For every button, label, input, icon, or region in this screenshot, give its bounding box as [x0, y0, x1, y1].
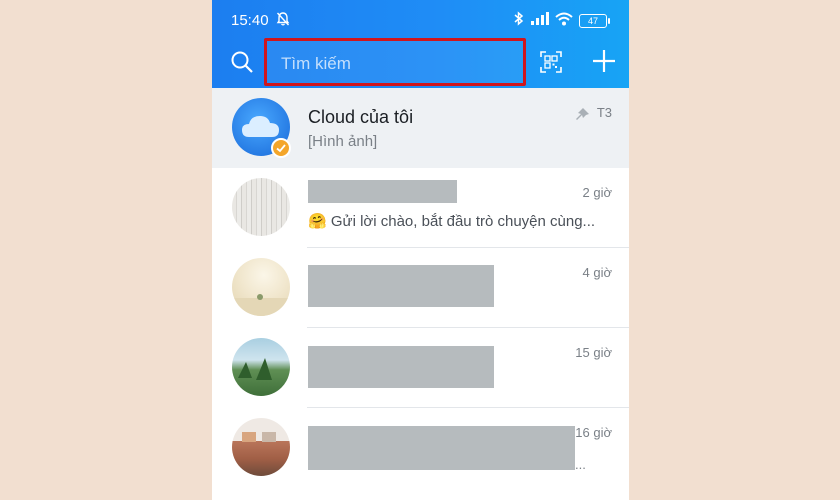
conversation-time: 4 giờ	[582, 265, 613, 280]
list-item[interactable]: Cloud của tôi [Hình ảnh] T3	[212, 88, 629, 168]
status-indicators: 47	[513, 11, 610, 31]
avatar	[232, 258, 290, 316]
conversation-preview: ...	[575, 457, 586, 472]
conversation-preview: [Hình ảnh]	[308, 133, 378, 150]
qr-scan-icon[interactable]	[540, 51, 562, 78]
conversation-time: T3	[596, 105, 612, 120]
list-item[interactable]: 15 giờ	[212, 328, 629, 408]
redacted-name	[308, 426, 575, 470]
list-item[interactable]: 4 giờ	[212, 248, 629, 328]
pin-icon	[574, 107, 590, 126]
search-input[interactable]: Tìm kiếm	[264, 38, 526, 86]
search-icon[interactable]	[230, 50, 254, 79]
list-item[interactable]: 🤗 Gửi lời chào, bắt đầu trò chuyện cùng.…	[212, 168, 629, 248]
battery-indicator: 47	[579, 14, 610, 28]
status-bar: 15:40 47	[212, 0, 629, 38]
bell-off-icon	[275, 11, 291, 32]
avatar	[232, 178, 290, 236]
wifi-icon	[555, 12, 573, 31]
conversation-name: Cloud của tôi	[308, 107, 414, 127]
redacted-name	[308, 346, 494, 388]
redacted-name	[308, 265, 494, 307]
status-time: 15:40	[231, 12, 269, 29]
avatar	[232, 338, 290, 396]
search-placeholder: Tìm kiếm	[281, 54, 351, 73]
conversation-time: 15 giờ	[575, 345, 612, 360]
conversation-preview-wrap: 🤗 Gửi lời chào, bắt đầu trò chuyện cùng.…	[308, 212, 595, 230]
conversation-time: 16 giờ	[575, 425, 612, 440]
conversation-preview: Gửi lời chào, bắt đầu trò chuyện cùng...	[330, 213, 596, 230]
conversation-list: Cloud của tôi [Hình ảnh] T3 🤗 Gửi lời ch…	[212, 88, 629, 488]
redacted-name	[308, 180, 457, 203]
phone-screen: 15:40 47 Tìm kiếm Cloud của tôi [Hình ản…	[212, 0, 629, 500]
verified-badge-icon	[271, 138, 291, 158]
hug-emoji-icon: 🤗	[308, 213, 327, 230]
list-item[interactable]: 16 giờ ...	[212, 408, 629, 488]
conversation-time: 2 giờ	[582, 185, 613, 200]
signal-icon	[531, 12, 549, 30]
avatar	[232, 418, 290, 476]
top-bar: Tìm kiếm	[212, 38, 629, 88]
bluetooth-icon	[513, 11, 525, 31]
add-icon[interactable]	[592, 49, 616, 78]
